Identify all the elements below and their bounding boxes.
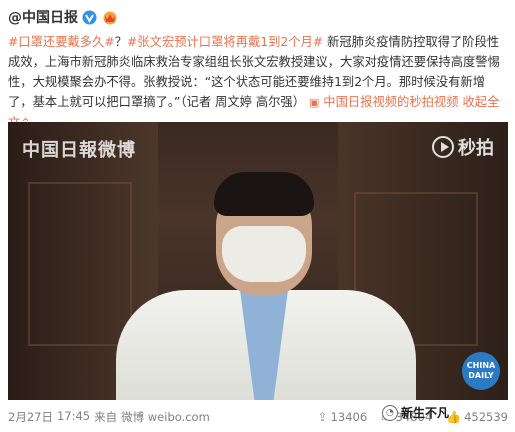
post-time[interactable]: 17:45	[57, 409, 90, 425]
share-icon: ⇪	[317, 410, 328, 424]
china-daily-badge-line1: CHINA	[466, 361, 496, 370]
person-hair	[214, 172, 314, 216]
china-daily-badge-line2: DAILY	[468, 371, 494, 380]
play-ring-icon	[432, 136, 454, 158]
video-player[interactable]: 中国日報微博 秒拍 CHINA DAILY	[8, 122, 508, 400]
hashtag-zhang-wenhong[interactable]: #张文宏预计口罩将再戴1到2个月#	[127, 35, 323, 49]
hashtag-mask-duration[interactable]: #口罩还要戴多久#	[8, 35, 115, 49]
post-header: @中国日报	[8, 6, 119, 28]
post-body: #口罩还要戴多久#？#张文宏预计口罩将再戴1到2个月# 新冠肺炎疫情防控取得了阶…	[8, 32, 508, 133]
wall-panel	[28, 182, 132, 346]
share-count: 13406	[330, 410, 368, 424]
wechat-icon: ◔	[381, 404, 398, 421]
like-button[interactable]: 👍 452539	[446, 410, 508, 424]
video-link-icon[interactable]: ▣	[309, 96, 319, 109]
overlay-text: 新生不凡	[400, 406, 449, 420]
video-link[interactable]: 中国日报视频的秒拍视频	[323, 95, 458, 109]
person-face-mask	[222, 226, 306, 282]
china-daily-badge: CHINA DAILY	[462, 352, 500, 390]
miaopai-label: 秒拍	[458, 138, 494, 159]
vip-crown-icon[interactable]	[101, 10, 119, 25]
post-date[interactable]: 2月27日	[8, 409, 53, 425]
post-source-prefix: 来自	[94, 410, 118, 424]
post-source[interactable]: 微博 weibo.com	[121, 409, 210, 425]
username[interactable]: @中国日报	[8, 7, 78, 27]
china-daily-weibo-watermark: 中国日報微博	[22, 140, 136, 161]
like-count: 452539	[464, 410, 508, 424]
hashtag-separator: ？	[114, 35, 127, 49]
miaopai-watermark: 秒拍	[432, 134, 494, 160]
wechat-share-overlay: ◔ 新生不凡	[381, 404, 449, 421]
share-button[interactable]: ⇪ 13406	[318, 410, 368, 424]
post-meta: 2月27日 17:45 来自 微博 weibo.com	[8, 409, 318, 425]
verified-v-icon	[82, 10, 97, 24]
